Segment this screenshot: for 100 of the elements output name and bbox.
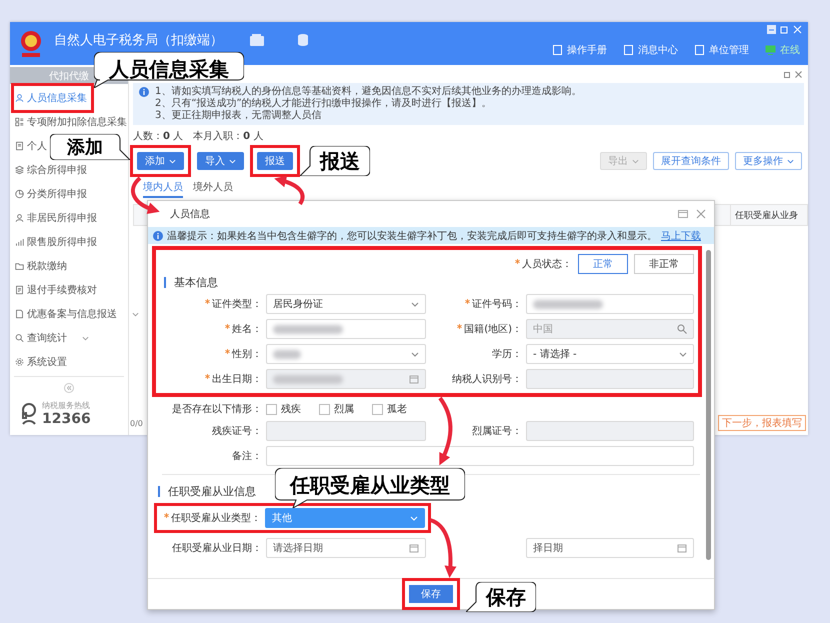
toolbar-button[interactable]: 报送 xyxy=(257,152,293,170)
layers-icon xyxy=(15,165,24,175)
tab[interactable]: 境外人员 xyxy=(193,180,233,198)
document-icon xyxy=(694,44,705,54)
field-label: 出生日期： xyxy=(158,372,262,386)
section-title: 任职受雇从业信息 xyxy=(168,484,256,498)
redacted-blur xyxy=(273,374,343,384)
required-icon xyxy=(225,324,230,329)
field-label: 残疾证号： xyxy=(211,424,262,438)
checkbox[interactable]: 残疾 xyxy=(266,402,301,416)
field-label: 性别： xyxy=(158,347,262,361)
text-field[interactable] xyxy=(526,294,694,314)
stat-text: 人数：0 人 xyxy=(133,130,184,143)
select-field[interactable]: - 请选择 - xyxy=(526,344,694,364)
curved-arrow xyxy=(429,518,456,578)
document-icon xyxy=(15,141,24,151)
chevron-icon xyxy=(410,516,418,520)
sidebar-item[interactable]: 优惠备案与信息报送 xyxy=(10,302,141,326)
scrollbar[interactable] xyxy=(706,250,711,560)
date-field[interactable]: 请选择日期 xyxy=(266,538,426,558)
hotline-number: 12366 xyxy=(42,411,91,427)
field-label: 是否存在以下情形： xyxy=(171,402,262,416)
close-icon[interactable] xyxy=(795,70,802,78)
sidebar-item[interactable]: 综合所得申报 xyxy=(10,158,89,182)
minimize-icon[interactable] xyxy=(767,25,776,34)
column-header: 任职受雇从业身 xyxy=(730,205,807,225)
curved-arrow xyxy=(438,396,452,466)
download-link[interactable]: 马上下载 xyxy=(661,228,701,242)
chevron-icon xyxy=(411,302,419,306)
sidebar-item[interactable]: 分类所得申报 xyxy=(10,182,89,206)
sidebar-item[interactable]: 非居民所得申报 xyxy=(10,206,99,230)
checkbox[interactable]: 孤老 xyxy=(372,402,407,416)
chevron-icon xyxy=(411,352,419,356)
date-field[interactable]: 择日期 xyxy=(526,538,694,558)
required-icon xyxy=(205,374,210,379)
person-icon xyxy=(15,213,24,223)
status-option[interactable]: 非正常 xyxy=(634,254,694,274)
status-option[interactable]: 正常 xyxy=(578,254,628,274)
monitor-icon xyxy=(765,44,776,54)
tip-text: 温馨提示：如果姓名当中包含生僻字的，您可以安装生僻字补丁包，安装完成后即可支持生僻字的录入和显示。 xyxy=(167,230,657,242)
callout-tooltip: 任职受雇从业类型 xyxy=(275,468,465,508)
info-icon xyxy=(139,87,149,97)
coins-icon[interactable] xyxy=(295,32,311,46)
toolbar-button[interactable]: 导入 xyxy=(197,152,244,170)
notice-text: 2、只有“报送成功”的纳税人才能进行扣缴申报操作，请及时进行【报送】。 xyxy=(155,98,493,110)
emblem-icon xyxy=(18,28,44,58)
required-icon xyxy=(205,299,210,304)
text-field[interactable] xyxy=(266,446,694,466)
text-field[interactable] xyxy=(266,319,426,339)
field-label: 纳税人识别号： xyxy=(451,372,522,386)
callout-tooltip: 保存 xyxy=(466,582,536,612)
sidebar-item[interactable]: 退付手续费核对 xyxy=(10,278,99,302)
calendar-icon xyxy=(409,374,419,384)
document-icon xyxy=(623,44,634,54)
sidebar-item[interactable]: 系统设置 xyxy=(10,350,69,374)
field-label: 烈属证号： xyxy=(471,425,522,438)
maximize-icon[interactable] xyxy=(678,209,688,219)
redacted-blur xyxy=(273,324,343,334)
select-field[interactable] xyxy=(266,344,426,364)
sidebar-item[interactable]: 查询统计 xyxy=(10,326,91,350)
sidebar-item[interactable]: 限售股所得申报 xyxy=(10,230,99,254)
chevron-icon xyxy=(82,336,89,340)
restore-icon[interactable] xyxy=(784,70,791,78)
field-label: 证件号码： xyxy=(430,297,522,311)
person-icon xyxy=(15,93,24,103)
collapse-icon[interactable] xyxy=(64,383,74,393)
required-icon xyxy=(164,513,169,518)
info-icon xyxy=(153,231,163,241)
checkbox[interactable]: 烈属 xyxy=(319,402,354,416)
hotline-label: 纳税服务热线 xyxy=(42,400,91,411)
field-label: 任职受雇从业类型： xyxy=(157,511,261,525)
calendar-icon xyxy=(677,543,687,553)
sidebar-item[interactable]: 税款缴纳 xyxy=(10,254,69,278)
toolbar-button[interactable]: 更多操作 xyxy=(735,152,802,170)
field-label: 任职受雇从业日期： xyxy=(171,542,262,555)
pagination: 0/0 xyxy=(130,418,143,428)
page-icon xyxy=(15,309,24,319)
tab[interactable]: 境内人员 xyxy=(143,180,183,198)
toolbar-button[interactable]: 展开查询条件 xyxy=(653,152,729,170)
select-field[interactable]: 居民身份证 xyxy=(266,294,426,314)
document-icon xyxy=(552,44,563,54)
save-button[interactable]: 保存 xyxy=(409,585,453,603)
stat-text: 本月入职：0 人 xyxy=(193,130,264,143)
sidebar-item[interactable]: 人员信息采集 xyxy=(14,86,91,110)
close-icon[interactable] xyxy=(696,209,706,219)
field-label: 学历： xyxy=(491,348,522,361)
required-icon xyxy=(225,349,230,354)
chevron-icon xyxy=(632,158,639,164)
sidebar-item[interactable]: 个人 xyxy=(10,134,49,158)
field-label: 国籍(地区)： xyxy=(430,322,522,336)
document-icon xyxy=(15,285,24,295)
toolbar-button[interactable]: 添加 xyxy=(137,152,184,170)
notice-text: 1、请如实填写纳税人的身份信息等基础资料，避免因信息不实对后续其他业务的办理造成影响。 xyxy=(155,86,582,98)
field-label: 证件类型： xyxy=(158,297,262,311)
field-label: 人员状态： xyxy=(515,257,572,271)
required-icon xyxy=(457,324,462,329)
redacted-blur xyxy=(273,350,301,358)
wallet-icon[interactable] xyxy=(249,32,265,46)
sidebar-item[interactable]: 专项附加扣除信息采集 xyxy=(10,110,129,134)
dialog-title: 人员信息 xyxy=(170,208,210,221)
